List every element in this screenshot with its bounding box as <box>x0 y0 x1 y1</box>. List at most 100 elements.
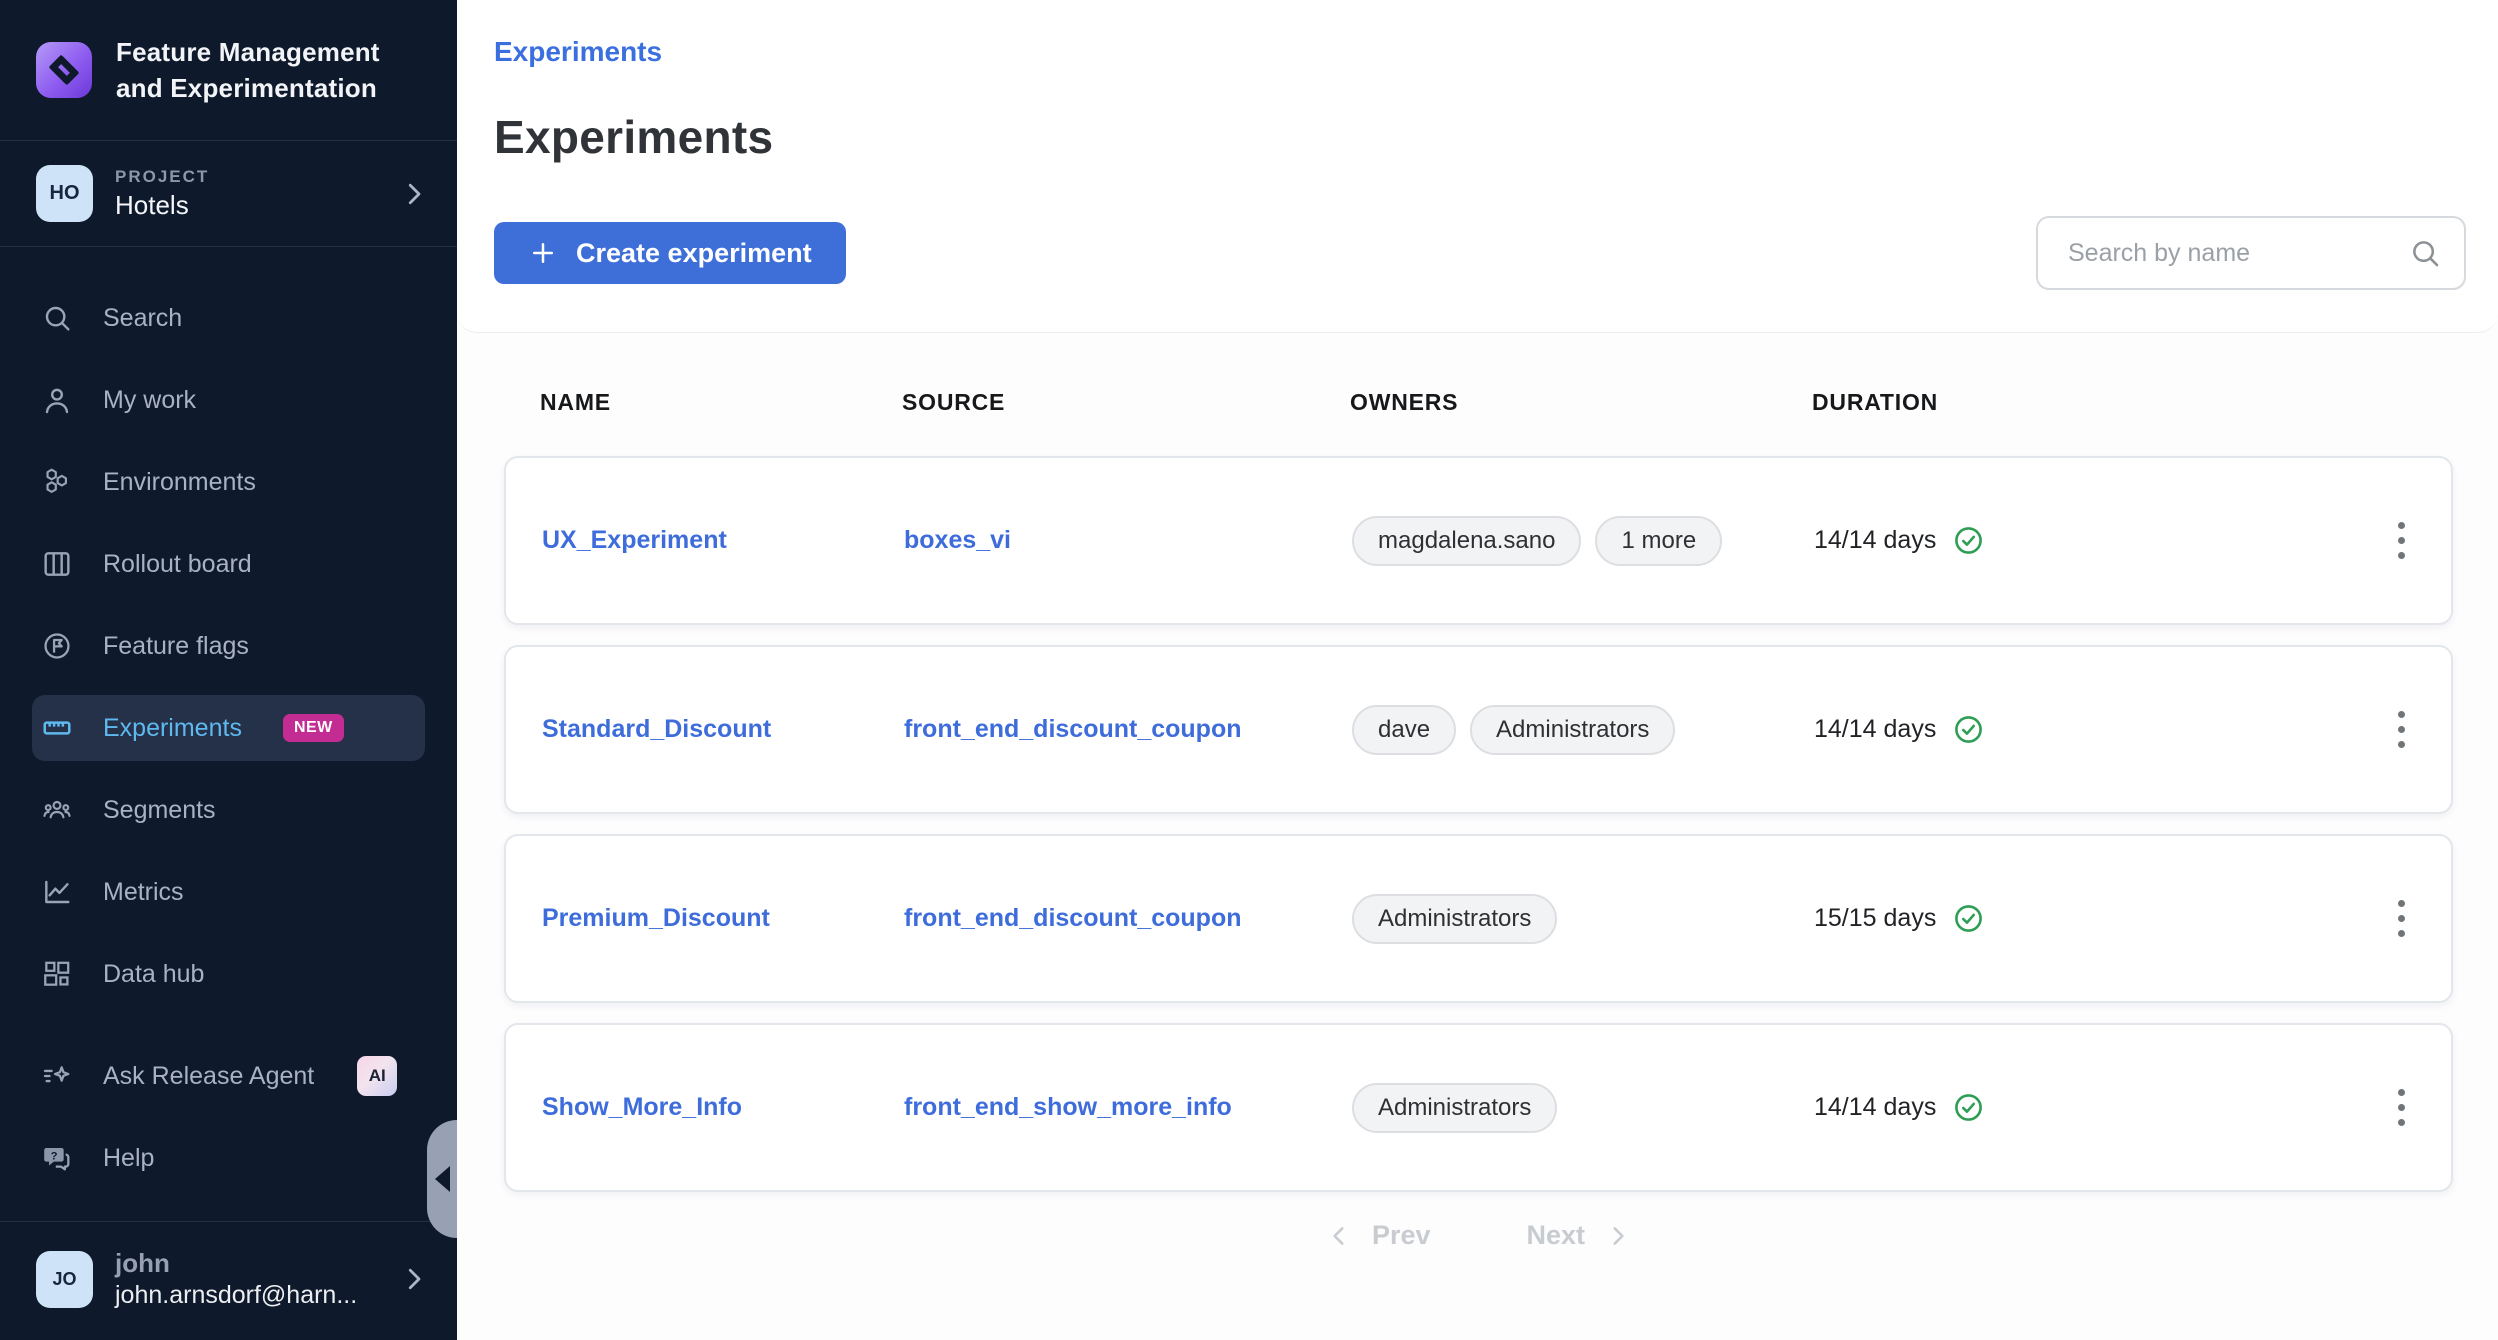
column-header-name: NAME <box>540 389 902 416</box>
experiment-name-link[interactable]: Standard_Discount <box>542 715 904 744</box>
sidebar-item-label: Feature flags <box>103 632 249 661</box>
next-label: Next <box>1527 1220 1586 1251</box>
page-title: Experiments <box>494 110 2466 164</box>
owner-chip[interactable]: 1 more <box>1595 516 1722 566</box>
table-rows: UX_Experiment boxes_vi magdalena.sano 1 m… <box>504 456 2453 1192</box>
sidebar-item-my-work[interactable]: My work <box>32 367 425 433</box>
experiment-source-link[interactable]: front_end_discount_coupon <box>904 715 1352 744</box>
sidebar-item-label: Rollout board <box>103 550 252 579</box>
sidebar-item-experiments[interactable]: Experiments NEW <box>32 695 425 761</box>
next-page-button[interactable]: Next <box>1527 1220 1632 1251</box>
chevron-right-icon <box>399 1264 429 1294</box>
sidebar-item-help[interactable]: ? Help <box>32 1125 425 1191</box>
pagination: Prev Next <box>504 1220 2453 1251</box>
app-logo-block[interactable]: Feature Management and Experimentation <box>0 0 457 141</box>
duration-text: 14/14 days <box>1814 715 1936 744</box>
sidebar-item-ask-release-agent[interactable]: Ask Release Agent AI <box>32 1043 425 1109</box>
sidebar-item-label: Search <box>103 304 182 333</box>
sidebar-item-feature-flags[interactable]: Feature flags <box>32 613 425 679</box>
sidebar-item-metrics[interactable]: Metrics <box>32 859 425 925</box>
owner-chip[interactable]: Administrators <box>1470 705 1675 755</box>
check-circle-icon <box>1952 1091 1985 1124</box>
sidebar-item-search[interactable]: Search <box>32 285 425 351</box>
experiment-source-link[interactable]: boxes_vi <box>904 526 1352 555</box>
owner-chip[interactable]: Administrators <box>1352 894 1557 944</box>
duration-text: 15/15 days <box>1814 904 1936 933</box>
project-avatar: HO <box>36 165 93 222</box>
breadcrumb[interactable]: Experiments <box>494 36 2466 68</box>
app-title: Feature Management and Experimentation <box>116 34 380 106</box>
owners-cell: Administrators <box>1352 1083 1814 1133</box>
owner-chip[interactable]: Administrators <box>1352 1083 1557 1133</box>
project-selector[interactable]: HO PROJECT Hotels <box>0 141 457 247</box>
row-menu-button[interactable] <box>2388 1079 2415 1136</box>
check-circle-icon <box>1952 713 1985 746</box>
prev-label: Prev <box>1372 1220 1431 1251</box>
owners-cell: magdalena.sano 1 more <box>1352 516 1814 566</box>
sidebar-item-label: My work <box>103 386 196 415</box>
sidebar-item-label: Help <box>103 1144 154 1173</box>
sidebar-item-label: Experiments <box>103 714 242 743</box>
page-header: Experiments Experiments Create experimen… <box>457 0 2498 333</box>
help-chat-icon: ? <box>38 1142 76 1174</box>
search-box <box>2036 216 2466 290</box>
experiment-source-link[interactable]: front_end_show_more_info <box>904 1093 1352 1122</box>
squares-grid-icon <box>38 958 76 990</box>
row-menu-button[interactable] <box>2388 701 2415 758</box>
table-row: Show_More_Info front_end_show_more_info … <box>504 1023 2453 1192</box>
user-name: john <box>115 1248 377 1279</box>
ruler-icon <box>38 712 76 744</box>
sidebar-item-label: Environments <box>103 468 256 497</box>
line-chart-icon <box>38 876 76 908</box>
prev-page-button[interactable]: Prev <box>1326 1220 1431 1251</box>
row-menu-button[interactable] <box>2388 512 2415 569</box>
row-menu-button[interactable] <box>2388 890 2415 947</box>
create-experiment-label: Create experiment <box>576 238 812 269</box>
ai-badge: AI <box>357 1056 397 1096</box>
column-header-duration: DURATION <box>1812 389 2373 416</box>
new-badge: NEW <box>283 714 344 742</box>
user-email: john.arnsdorf@harn... <box>115 1281 377 1310</box>
chevron-right-icon <box>1605 1223 1631 1249</box>
board-columns-icon <box>38 548 76 580</box>
sidebar-item-segments[interactable]: Segments <box>32 777 425 843</box>
plus-icon <box>528 238 558 268</box>
sidebar-item-environments[interactable]: Environments <box>32 449 425 515</box>
duration-cell: 14/14 days <box>1814 524 2371 557</box>
table-row: UX_Experiment boxes_vi magdalena.sano 1 m… <box>504 456 2453 625</box>
experiment-name-link[interactable]: Show_More_Info <box>542 1093 904 1122</box>
column-header-owners: OWNERS <box>1350 389 1812 416</box>
main-content: Experiments Experiments Create experimen… <box>457 0 2498 1340</box>
table-column-headers: NAME SOURCE OWNERS DURATION <box>504 389 2453 416</box>
owners-cell: Administrators <box>1352 894 1814 944</box>
check-circle-icon <box>1952 524 1985 557</box>
table-row: Standard_Discount front_end_discount_cou… <box>504 645 2453 814</box>
duration-text: 14/14 days <box>1814 526 1936 555</box>
sidebar-item-label: Data hub <box>103 960 204 989</box>
split-logo-icon <box>36 42 92 98</box>
people-group-icon <box>38 794 76 826</box>
owner-chip[interactable]: dave <box>1352 705 1456 755</box>
flag-circle-icon <box>38 630 76 662</box>
collapse-left-icon <box>435 1166 450 1192</box>
sidebar-item-data-hub[interactable]: Data hub <box>32 941 425 1007</box>
sidebar-item-rollout-board[interactable]: Rollout board <box>32 531 425 597</box>
create-experiment-button[interactable]: Create experiment <box>494 222 846 284</box>
experiment-name-link[interactable]: Premium_Discount <box>542 904 904 933</box>
search-input[interactable] <box>2036 216 2466 290</box>
experiment-source-link[interactable]: front_end_discount_coupon <box>904 904 1352 933</box>
experiment-name-link[interactable]: UX_Experiment <box>542 526 904 555</box>
duration-text: 14/14 days <box>1814 1093 1936 1122</box>
hexagons-icon <box>38 466 76 498</box>
chevron-left-icon <box>1326 1223 1352 1249</box>
chevron-right-icon <box>399 179 429 209</box>
user-account[interactable]: JO john john.arnsdorf@harn... <box>0 1222 457 1340</box>
owner-chip[interactable]: magdalena.sano <box>1352 516 1581 566</box>
sidebar-collapse-button[interactable] <box>427 1120 457 1238</box>
experiments-table: NAME SOURCE OWNERS DURATION UX_Experimen… <box>457 333 2498 1251</box>
svg-text:?: ? <box>51 1150 58 1162</box>
table-row: Premium_Discount front_end_discount_coup… <box>504 834 2453 1003</box>
column-header-source: SOURCE <box>902 389 1350 416</box>
owners-cell: dave Administrators <box>1352 705 1814 755</box>
sidebar-item-label: Metrics <box>103 878 184 907</box>
